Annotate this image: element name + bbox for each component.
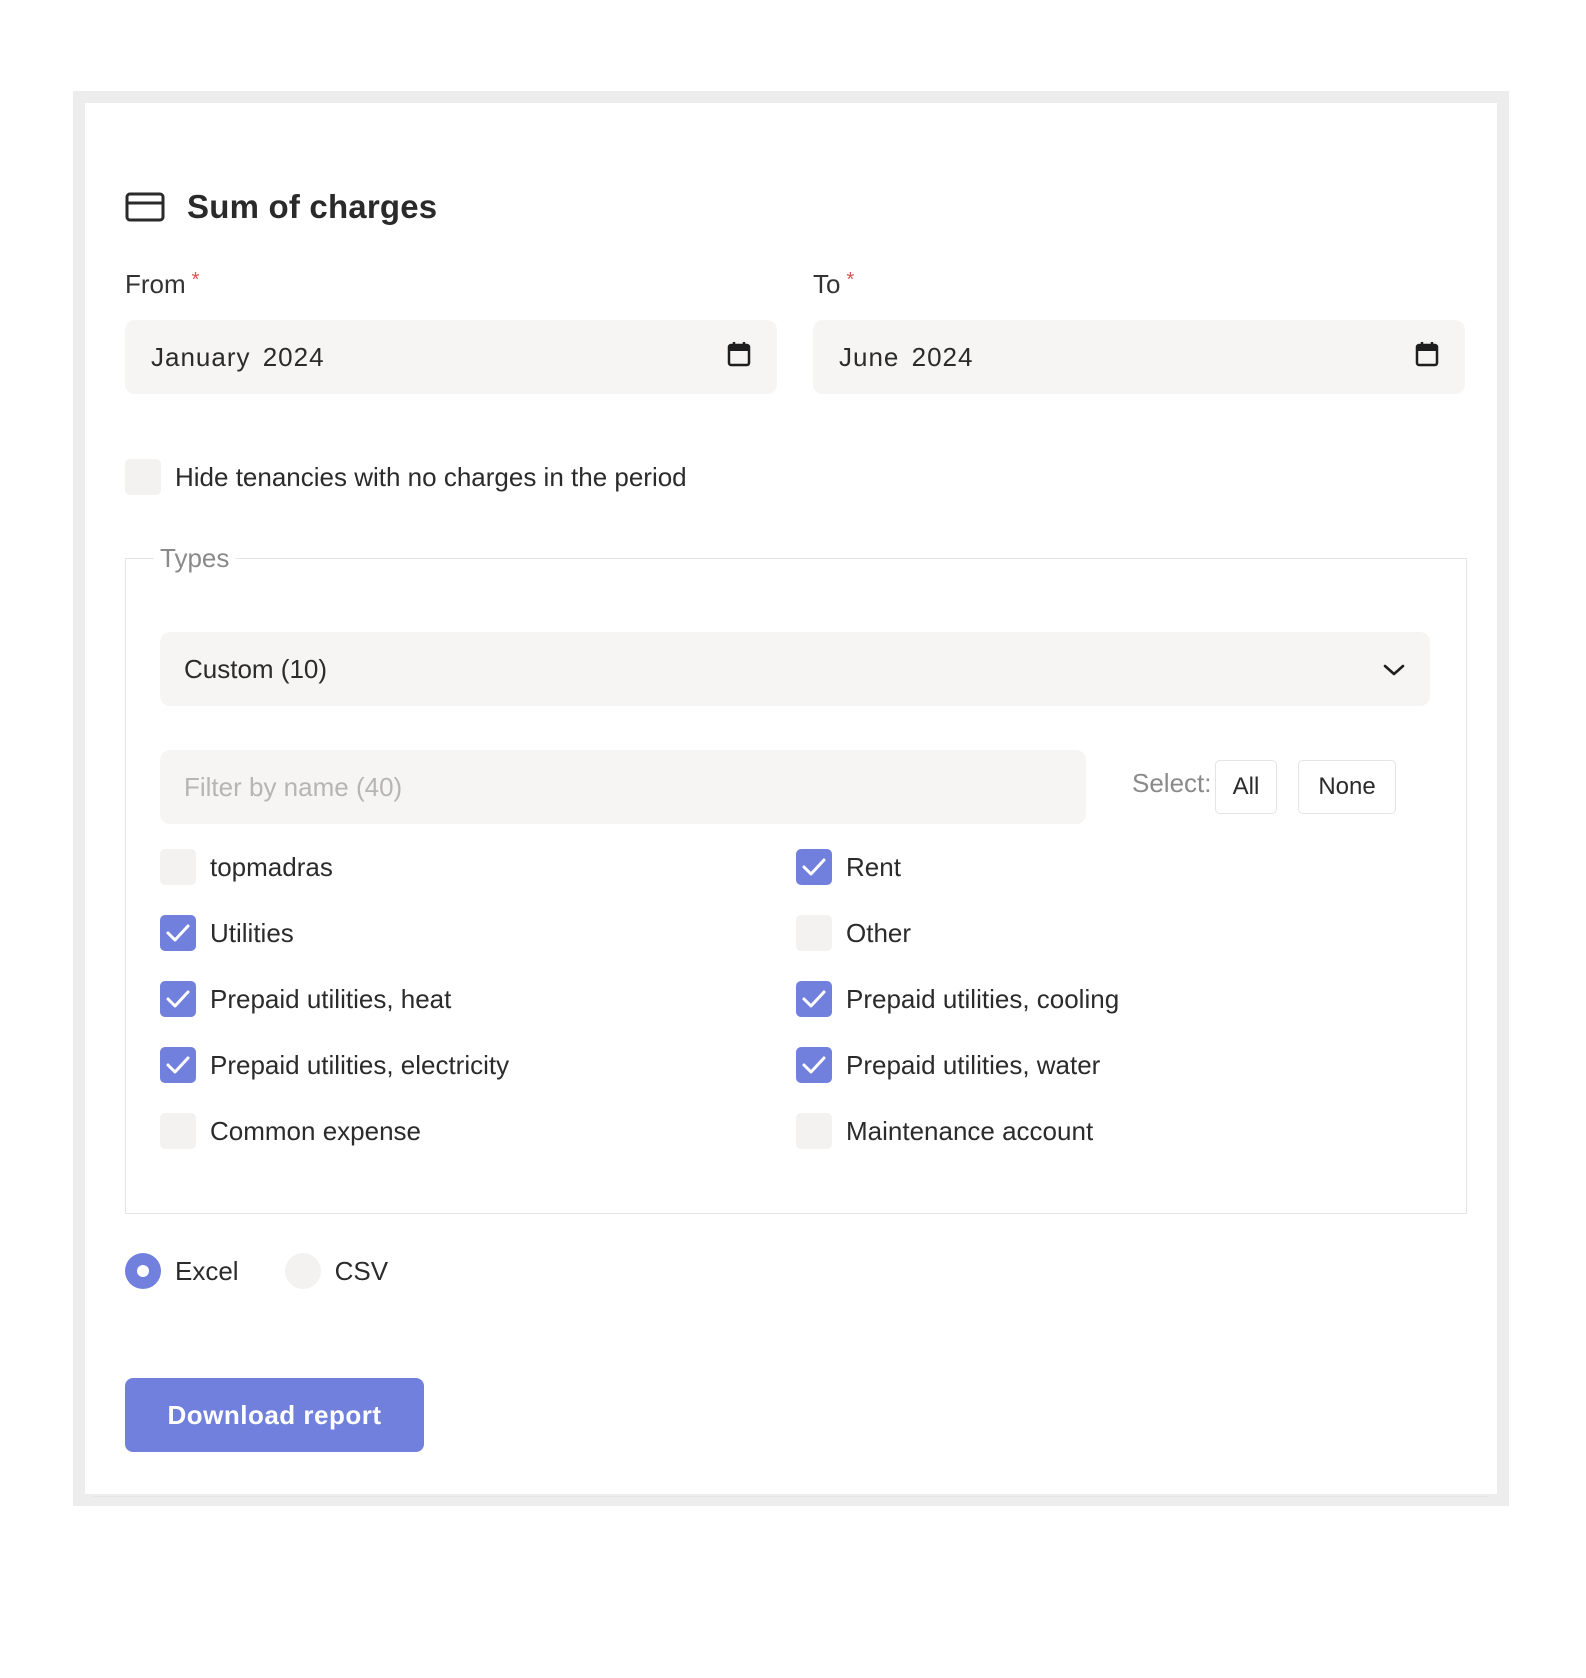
type-option-prepaid-cooling[interactable]: Prepaid utilities, cooling: [796, 981, 1119, 1017]
type-option-label: Other: [846, 917, 912, 948]
excel-radio[interactable]: [125, 1253, 161, 1289]
report-header: Sum of charges: [125, 187, 437, 227]
credit-card-icon: [125, 192, 165, 222]
type-option-prepaid-water[interactable]: Prepaid utilities, water: [796, 1047, 1100, 1083]
hide-empty-checkbox[interactable]: [125, 459, 161, 495]
type-checkbox[interactable]: [160, 1113, 196, 1149]
to-date-input[interactable]: June 2024: [813, 320, 1465, 394]
report-card: Sum of charges From * To * January 2024 Ju…: [85, 103, 1497, 1497]
type-option-utilities[interactable]: Utilities: [160, 915, 294, 951]
types-legend: Types: [160, 543, 230, 573]
type-option-topmadras[interactable]: topmadras: [160, 849, 333, 885]
type-option-label: Utilities: [210, 917, 294, 948]
export-format-group: Excel CSV: [125, 1253, 434, 1289]
type-checkbox[interactable]: [796, 915, 832, 951]
type-checkbox[interactable]: [796, 849, 832, 885]
calendar-icon[interactable]: [1415, 341, 1439, 374]
type-option-label: Prepaid utilities, cooling: [846, 983, 1120, 1014]
type-option-label: Prepaid utilities, electricity: [210, 1049, 510, 1080]
download-report-button[interactable]: Download report: [125, 1378, 424, 1452]
required-mark: *: [846, 269, 855, 291]
type-checkbox[interactable]: [160, 849, 196, 885]
chevron-down-icon: [1382, 654, 1406, 685]
types-preset-select[interactable]: Custom (10): [160, 632, 1430, 706]
page-title: Sum of charges: [187, 188, 438, 225]
report-panel-frame: Sum of charges From * To * January 2024 Ju…: [73, 91, 1509, 1506]
checkmark-icon: [802, 1056, 826, 1074]
hide-empty-tenancies-option[interactable]: Hide tenancies with no charges in the pe…: [125, 459, 687, 495]
csv-radio[interactable]: [284, 1253, 321, 1289]
checkmark-icon: [166, 990, 190, 1008]
type-checkbox[interactable]: [796, 981, 832, 1017]
type-option-label: Rent: [846, 851, 901, 882]
type-checkbox[interactable]: [796, 1047, 832, 1083]
types-preset-value: Custom (10): [184, 653, 328, 684]
checkmark-icon: [802, 858, 826, 876]
types-fieldset: Types Custom (10) Select: All None topma…: [125, 543, 1467, 1214]
required-mark: *: [191, 269, 200, 291]
csv-label: CSV: [334, 1255, 389, 1286]
from-date-input[interactable]: January 2024: [125, 320, 777, 394]
checkmark-icon: [166, 1056, 190, 1074]
excel-label: Excel: [175, 1255, 239, 1286]
select-all-button[interactable]: All: [1215, 760, 1277, 814]
format-option-csv[interactable]: CSV: [284, 1253, 389, 1289]
type-checkbox[interactable]: [160, 1047, 196, 1083]
divider: [93, 1496, 1489, 1497]
radio-dot: [137, 1265, 149, 1277]
type-option-label: topmadras: [210, 851, 333, 882]
select-none-button[interactable]: None: [1298, 760, 1396, 814]
type-option-other[interactable]: Other: [796, 915, 911, 951]
select-label: Select:: [1132, 768, 1212, 798]
checkmark-icon: [802, 990, 826, 1008]
type-option-label: Prepaid utilities, heat: [210, 983, 452, 1014]
type-option-maintenance-account[interactable]: Maintenance account: [796, 1113, 1093, 1149]
hide-empty-label: Hide tenancies with no charges in the pe…: [175, 461, 687, 492]
type-option-prepaid-heat[interactable]: Prepaid utilities, heat: [160, 981, 451, 1017]
from-date-value: January 2024: [151, 341, 325, 372]
type-option-prepaid-electricity[interactable]: Prepaid utilities, electricity: [160, 1047, 509, 1083]
type-option-label: Prepaid utilities, water: [846, 1049, 1101, 1080]
type-checkbox[interactable]: [796, 1113, 832, 1149]
to-label: To *: [813, 269, 854, 300]
from-label: From *: [125, 269, 199, 300]
filter-by-name-input[interactable]: [160, 750, 1086, 824]
type-checkbox[interactable]: [160, 981, 196, 1017]
format-option-excel[interactable]: Excel: [125, 1253, 239, 1289]
calendar-icon[interactable]: [727, 341, 751, 374]
type-checkbox[interactable]: [160, 915, 196, 951]
type-option-label: Maintenance account: [846, 1115, 1094, 1146]
from-label-text: From: [125, 269, 186, 299]
type-option-label: Common expense: [210, 1115, 421, 1146]
type-option-common-expense[interactable]: Common expense: [160, 1113, 421, 1149]
type-option-rent[interactable]: Rent: [796, 849, 901, 885]
to-date-value: June 2024: [839, 341, 974, 372]
checkmark-icon: [166, 924, 190, 942]
to-label-text: To: [813, 269, 841, 299]
